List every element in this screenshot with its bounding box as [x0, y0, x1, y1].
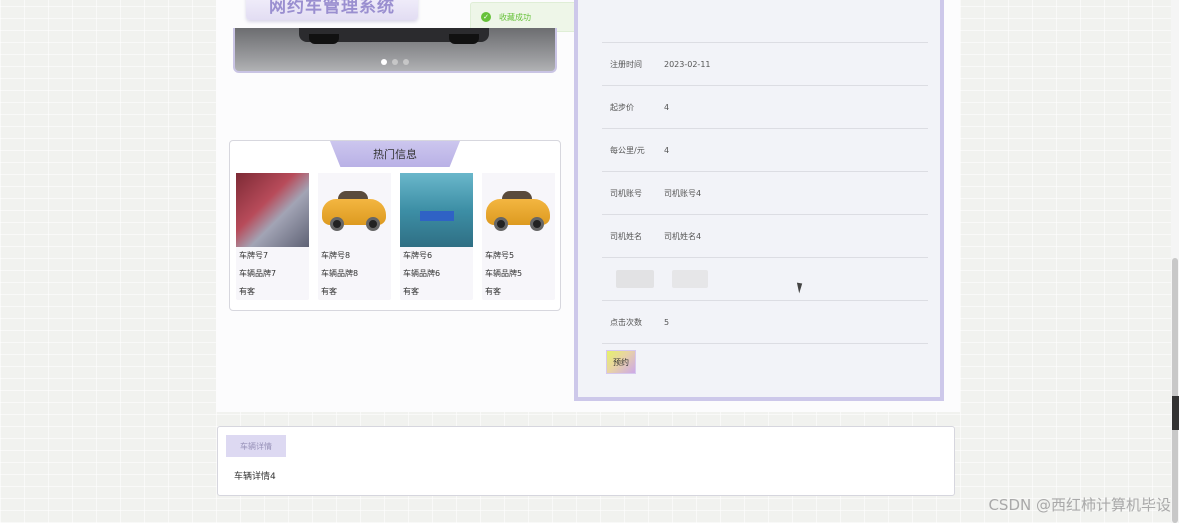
- detail-label: 点击次数: [610, 317, 642, 327]
- detail-row-start-price: 起步价 4: [602, 86, 928, 129]
- hot-item-card[interactable]: 车牌号8 车辆品牌8 有客: [318, 173, 391, 300]
- detail-value: 4: [664, 145, 670, 155]
- scrollbar-thumb[interactable]: [1172, 258, 1178, 523]
- hot-info-title: 热门信息: [330, 141, 460, 167]
- car-wheel: [309, 34, 339, 44]
- hot-item-brand: 车辆品牌5: [485, 269, 523, 278]
- detail-label: 起步价: [610, 102, 634, 112]
- carousel-dot-3[interactable]: [403, 59, 409, 65]
- detail-row-top: [602, 0, 928, 43]
- watermark: CSDN @西红柿计算机毕设: [988, 496, 1171, 514]
- detail-label: 每公里/元: [610, 145, 645, 155]
- detail-row-driver-name: 司机姓名 司机姓名4: [602, 215, 928, 258]
- hot-item-plate: 车牌号8: [321, 251, 351, 260]
- app-title: 网约车管理系统: [246, 0, 418, 20]
- detail-value: 4: [664, 102, 670, 112]
- hot-item-card[interactable]: 车牌号5 车辆品牌5 有客: [482, 173, 555, 300]
- detail-row-click-count: 点击次数 5: [602, 301, 928, 344]
- hot-item-brand: 车辆品牌8: [321, 269, 359, 278]
- carousel-dot-1[interactable]: [381, 59, 387, 65]
- yellow-taxi-photo[interactable]: [482, 173, 555, 247]
- hot-item-brand: 车辆品牌7: [239, 269, 277, 278]
- hot-item-brand: 车辆品牌6: [403, 269, 441, 278]
- detail-row-register-time: 注册时间 2023-02-11: [602, 43, 928, 86]
- redacted-value: [672, 270, 708, 288]
- vertical-scrollbar[interactable]: [1171, 0, 1179, 523]
- carousel-dot-2[interactable]: [392, 59, 398, 65]
- detail-value: 5: [664, 317, 670, 327]
- hot-info-panel: 热门信息 车牌号7 车辆品牌7 有客 车牌号8 车辆品牌8 有客 车牌号6 车辆…: [229, 140, 561, 311]
- hot-item-status: 有客: [321, 287, 337, 296]
- hot-item-card[interactable]: 车牌号7 车辆品牌7 有客: [236, 173, 309, 300]
- vehicle-detail-panel: 注册时间 2023-02-11 起步价 4 每公里/元 4 司机账号 司机账号4…: [574, 0, 944, 401]
- hot-item-plate: 车牌号6: [403, 251, 433, 260]
- hot-item-plate: 车牌号5: [485, 251, 515, 260]
- yellow-taxi-photo[interactable]: [318, 173, 391, 247]
- hot-item-status: 有客: [485, 287, 501, 296]
- carousel-indicators: [235, 59, 555, 65]
- detail-row-price-per-km: 每公里/元 4: [602, 129, 928, 172]
- license-plate: [420, 211, 454, 221]
- vehicle-description-text: 车辆详情4: [234, 472, 276, 482]
- image-carousel[interactable]: [233, 28, 557, 73]
- red-taxi-photo[interactable]: [236, 173, 309, 247]
- detail-label: 司机姓名: [610, 231, 642, 241]
- hot-item-status: 有客: [239, 287, 255, 296]
- detail-row-driver-account: 司机账号 司机账号4: [602, 172, 928, 215]
- scrollbar-marker: [1172, 396, 1179, 430]
- redacted-label: [616, 270, 654, 288]
- tab-vehicle-details[interactable]: 车辆详情: [226, 435, 286, 457]
- vehicle-description-panel: 车辆详情 车辆详情4: [217, 426, 955, 496]
- check-circle-icon: ✓: [481, 12, 491, 22]
- hot-item-plate: 车牌号7: [239, 251, 269, 260]
- detail-value: 司机姓名4: [664, 231, 702, 241]
- detail-label: 注册时间: [610, 59, 642, 69]
- blue-car-photo[interactable]: [400, 173, 473, 247]
- hot-item-card[interactable]: 车牌号6 车辆品牌6 有客: [400, 173, 473, 300]
- carousel-image: [299, 28, 489, 44]
- car-wheel: [449, 34, 479, 44]
- detail-value: 2023-02-11: [664, 59, 711, 69]
- book-button[interactable]: 预约: [606, 350, 636, 374]
- hot-item-status: 有客: [403, 287, 419, 296]
- hot-info-list: 车牌号7 车辆品牌7 有客 车牌号8 车辆品牌8 有客 车牌号6 车辆品牌6 有…: [236, 173, 555, 300]
- detail-row-redacted: [602, 258, 928, 301]
- toast-message: 收藏成功: [499, 12, 531, 22]
- detail-value: 司机账号4: [664, 188, 702, 198]
- detail-label: 司机账号: [610, 188, 642, 198]
